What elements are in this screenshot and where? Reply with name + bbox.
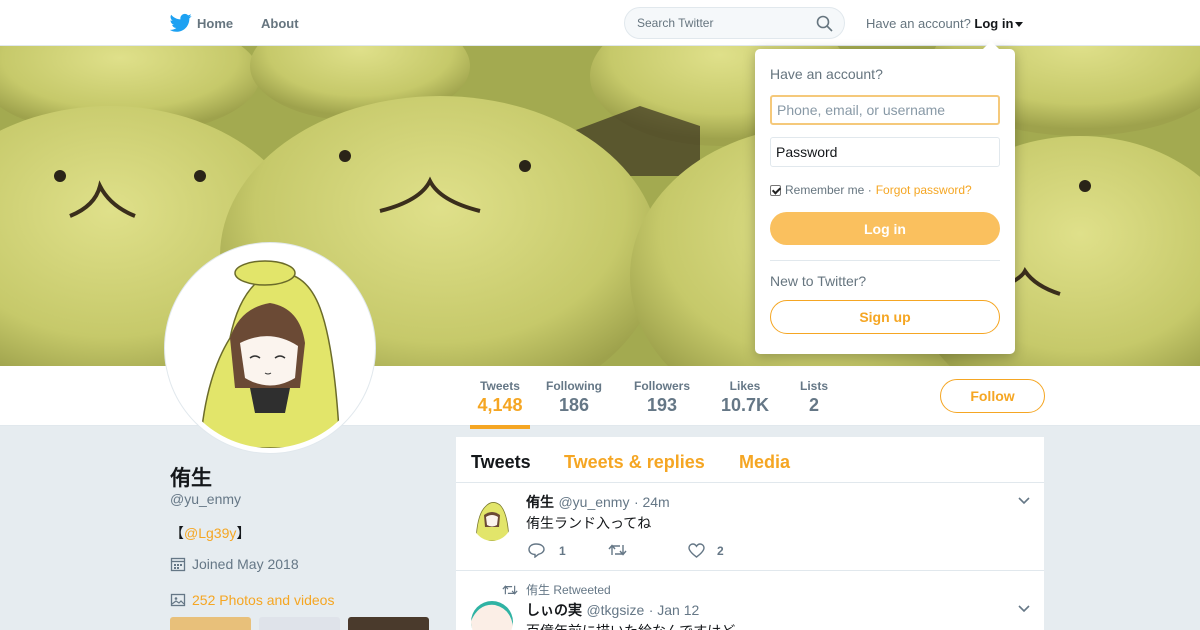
login-button[interactable]: Log in bbox=[770, 212, 1000, 245]
stat-value: 10.7K bbox=[720, 395, 770, 415]
image-icon bbox=[170, 593, 186, 607]
stat-label: Likes bbox=[729, 379, 761, 393]
follow-button[interactable]: Follow bbox=[940, 379, 1045, 413]
stat-label: Lists bbox=[799, 379, 828, 393]
top-navigation-bar: Home About Have an account? Log in bbox=[0, 0, 1200, 46]
like-count: 2 bbox=[717, 543, 724, 558]
retweet-icon[interactable] bbox=[608, 543, 627, 557]
account-menu: Have an account? Log in bbox=[866, 16, 1024, 31]
timeline: Tweets Tweets & replies Media 侑生 @yu_enm… bbox=[456, 437, 1044, 630]
tweet[interactable]: 侑生 Retweeted しぃの実 @tkgsize · Jan 12 百億年前… bbox=[456, 571, 1044, 630]
bio-mention-link[interactable]: @Lg39y bbox=[184, 525, 236, 541]
search-input[interactable] bbox=[624, 7, 845, 39]
stat-label: Following bbox=[546, 379, 602, 393]
heart-icon[interactable] bbox=[688, 543, 705, 558]
retweet-icon bbox=[502, 584, 518, 595]
username-input[interactable] bbox=[770, 95, 1000, 125]
have-account-label: Have an account? bbox=[866, 16, 971, 31]
timeline-tabs: Tweets Tweets & replies Media bbox=[456, 437, 1044, 483]
remember-me-row: Remember me · Forgot password? bbox=[770, 183, 972, 197]
login-dropdown-toggle[interactable]: Log in bbox=[974, 16, 1013, 31]
photo-thumbnail[interactable] bbox=[348, 617, 429, 630]
stat-label: Followers bbox=[633, 379, 690, 393]
profile-joined: Joined May 2018 bbox=[170, 556, 299, 572]
stat-value: 2 bbox=[808, 395, 819, 415]
tweet-header: しぃの実 @tkgsize · Jan 12 bbox=[526, 600, 699, 620]
password-input[interactable] bbox=[770, 137, 1000, 167]
bio-text: 】 bbox=[236, 525, 251, 541]
chevron-down-icon[interactable] bbox=[1018, 605, 1030, 613]
stat-label: Tweets bbox=[480, 379, 520, 393]
like-action[interactable]: 2 bbox=[688, 543, 724, 558]
tweet[interactable]: 侑生 @yu_enmy · 24m 侑生ランド入ってね 1 2 bbox=[456, 483, 1044, 571]
tweet-author-handle[interactable]: @tkgsize bbox=[586, 602, 644, 618]
photos-link[interactable]: 252 Photos and videos bbox=[170, 592, 334, 608]
profile-avatar[interactable] bbox=[165, 243, 375, 453]
tab-media[interactable]: Media bbox=[739, 452, 790, 473]
tweet-avatar-image bbox=[471, 493, 513, 541]
retweet-note[interactable]: 侑生 Retweeted bbox=[526, 581, 611, 598]
chevron-down-icon[interactable] bbox=[1018, 497, 1030, 505]
remember-me-checkbox[interactable] bbox=[770, 184, 781, 196]
nav-about-link[interactable]: About bbox=[261, 16, 299, 31]
avatar-illustration bbox=[170, 248, 370, 448]
tweet-text: 百億年前に描いた絵なんですけど bbox=[526, 621, 735, 630]
stat-value: 4,148 bbox=[477, 395, 523, 415]
profile-bio: 【@Lg39y】 bbox=[170, 523, 250, 543]
photos-label[interactable]: 252 Photos and videos bbox=[192, 592, 334, 608]
stat-lists[interactable]: Lists 2 bbox=[799, 379, 829, 416]
tweet-author-name[interactable]: 侑生 bbox=[526, 494, 554, 510]
stat-value: 186 bbox=[558, 395, 590, 415]
retweet-context: 侑生 Retweeted bbox=[502, 581, 611, 598]
tweet-timestamp[interactable]: · 24m bbox=[634, 494, 670, 510]
tweet-header: 侑生 @yu_enmy · 24m bbox=[526, 492, 670, 512]
photo-thumbnail[interactable] bbox=[259, 617, 340, 630]
caret-down-icon[interactable] bbox=[1015, 22, 1024, 28]
tweet-author-handle[interactable]: @yu_enmy bbox=[558, 494, 629, 510]
tab-tweets-and-replies[interactable]: Tweets & replies bbox=[564, 452, 705, 473]
joined-label: Joined May 2018 bbox=[192, 556, 299, 572]
reply-action[interactable]: 1 bbox=[528, 543, 566, 558]
photo-thumbnail[interactable] bbox=[170, 617, 251, 630]
nav-home-link[interactable]: Home bbox=[197, 16, 233, 31]
profile-name: 侑生 bbox=[170, 467, 212, 490]
login-dropdown: Have an account? Remember me · Forgot pa… bbox=[755, 41, 1015, 354]
remember-me-label[interactable]: Remember me · bbox=[785, 183, 872, 197]
reply-count: 1 bbox=[559, 543, 566, 558]
twitter-bird-logo-icon[interactable] bbox=[170, 13, 192, 33]
dropdown-title: Have an account? bbox=[770, 66, 883, 82]
stat-tweets[interactable]: Tweets 4,148 bbox=[470, 379, 530, 429]
stat-following[interactable]: Following 186 bbox=[545, 379, 603, 416]
divider bbox=[770, 260, 1000, 261]
reply-icon[interactable] bbox=[528, 543, 545, 558]
tweet-avatar-image bbox=[471, 601, 513, 630]
retweet-action[interactable] bbox=[608, 543, 635, 557]
bio-text: 【 bbox=[170, 525, 184, 541]
tab-tweets[interactable]: Tweets bbox=[471, 452, 531, 473]
tweet-avatar[interactable] bbox=[471, 601, 513, 630]
new-to-twitter-label: New to Twitter? bbox=[770, 273, 867, 289]
stat-value: 193 bbox=[646, 395, 678, 415]
signup-button[interactable]: Sign up bbox=[770, 300, 1000, 334]
search-icon[interactable] bbox=[816, 15, 833, 32]
tweet-author-name[interactable]: しぃの実 bbox=[526, 602, 582, 618]
tweet-avatar[interactable] bbox=[471, 493, 513, 541]
stat-followers[interactable]: Followers 193 bbox=[633, 379, 691, 416]
tweet-text: 侑生ランド入ってね bbox=[526, 515, 652, 531]
tweet-timestamp[interactable]: · Jan 12 bbox=[649, 602, 700, 618]
profile-handle: @yu_enmy bbox=[170, 491, 242, 507]
stat-likes[interactable]: Likes 10.7K bbox=[720, 379, 770, 416]
forgot-password-link[interactable]: Forgot password? bbox=[876, 183, 972, 197]
calendar-icon bbox=[170, 557, 186, 572]
